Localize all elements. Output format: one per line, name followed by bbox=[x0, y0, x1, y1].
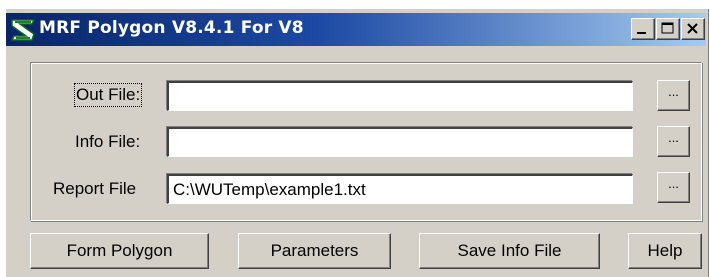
save-info-file-button[interactable]: Save Info File bbox=[419, 233, 600, 269]
minimize-icon bbox=[637, 32, 646, 34]
report-file-browse-button[interactable]: ... bbox=[657, 172, 690, 203]
maximize-button[interactable] bbox=[656, 18, 680, 40]
info-file-input[interactable] bbox=[167, 127, 633, 157]
form-polygon-button[interactable]: Form Polygon bbox=[30, 233, 209, 269]
close-button[interactable] bbox=[681, 18, 705, 40]
maximize-icon bbox=[661, 22, 674, 34]
app-logo-icon bbox=[8, 16, 38, 44]
title-bar[interactable]: MRF Polygon V8.4.1 For V8 bbox=[6, 13, 706, 46]
info-file-browse-button[interactable]: ... bbox=[657, 126, 690, 157]
close-icon bbox=[687, 23, 698, 34]
out-file-input[interactable] bbox=[167, 81, 633, 111]
info-file-label: Info File: bbox=[75, 132, 141, 151]
out-file-browse-button[interactable]: ... bbox=[657, 80, 690, 111]
parameters-button[interactable]: Parameters bbox=[238, 233, 391, 269]
window-title: MRF Polygon V8.4.1 For V8 bbox=[39, 18, 304, 38]
report-file-label: Report File bbox=[53, 179, 137, 198]
minimize-button[interactable] bbox=[631, 18, 655, 40]
report-file-input[interactable] bbox=[167, 174, 633, 204]
out-file-label: Out File: bbox=[73, 83, 143, 107]
help-button[interactable]: Help bbox=[628, 233, 702, 269]
